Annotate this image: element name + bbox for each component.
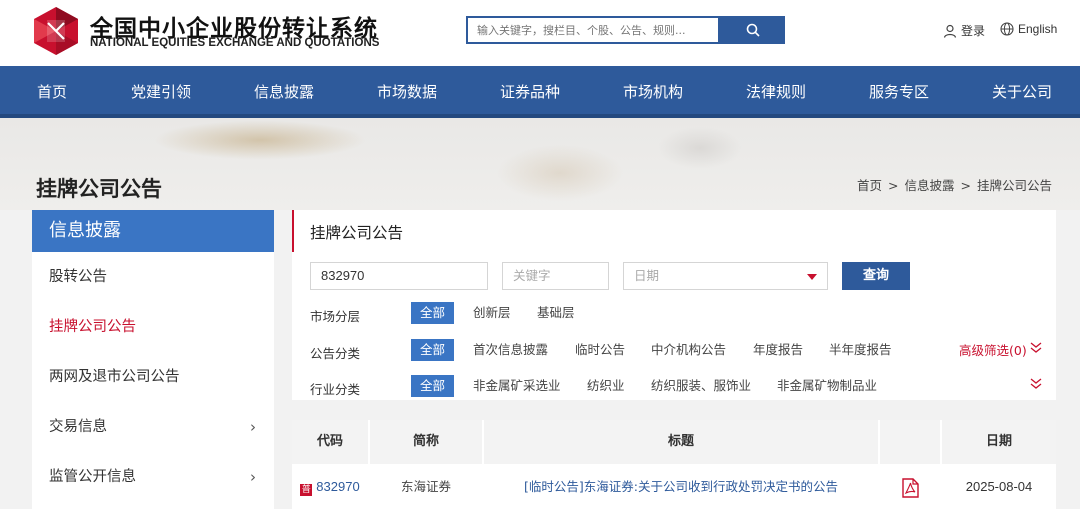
market-tier-option-all[interactable]: 全部 [411, 302, 455, 324]
breadcrumb-separator: > [960, 178, 971, 193]
double-chevron-down-icon[interactable] [1029, 341, 1043, 355]
announcement-type-option-intermediary[interactable]: 中介机构公告 [651, 339, 726, 361]
announcement-type-label: 公告分类 [310, 346, 361, 361]
nav-rules[interactable]: 法律规则 [746, 66, 806, 118]
sidebar-item-trading-info[interactable]: 交易信息 › [32, 402, 274, 452]
login-link[interactable]: 登录 [943, 22, 985, 39]
sidebar-item-label: 监管公开信息 [49, 469, 136, 485]
table-header-name: 简称 [370, 420, 482, 464]
main-nav: 首页 党建引领 信息披露 市场数据 证券品种 市场机构 法律规则 服务专区 关于… [0, 66, 1080, 118]
nav-disclosure[interactable]: 信息披露 [254, 66, 314, 118]
panel-heading: 挂牌公司公告 [292, 210, 1056, 252]
sidebar-item-label: 挂牌公司公告 [49, 319, 136, 335]
industry-option-nonmetal-products[interactable]: 非金属矿物制品业 [777, 375, 877, 397]
table-cell-file [880, 464, 940, 509]
industry-option-apparel[interactable]: 纺织服装、服饰业 [651, 375, 751, 397]
panel-heading-text: 挂牌公司公告 [310, 224, 404, 242]
announcement-type-option-all[interactable]: 全部 [411, 339, 455, 361]
double-chevron-down-icon[interactable] [1029, 377, 1043, 391]
nav-securities[interactable]: 证券品种 [500, 66, 560, 118]
table-header-code: 代码 [292, 420, 368, 464]
market-tier-option-innovation[interactable]: 创新层 [473, 302, 511, 324]
nav-institutions[interactable]: 市场机构 [623, 66, 683, 118]
industry-label: 行业分类 [310, 382, 361, 397]
tier-badge: 普 [300, 484, 313, 496]
pdf-icon[interactable] [901, 477, 919, 498]
code-input[interactable]: 832970 [310, 262, 488, 290]
breadcrumb-current: 挂牌公司公告 [976, 178, 1052, 193]
sidebar: 信息披露 股转公告 挂牌公司公告 两网及退市公司公告 交易信息 › 监管公开信息… [32, 210, 274, 509]
industry-option-all[interactable]: 全部 [411, 375, 455, 397]
sidebar-item-label: 两网及退市公司公告 [49, 369, 180, 385]
nav-home[interactable]: 首页 [37, 66, 67, 118]
advanced-filter-label: 高级筛选(0) [959, 343, 1027, 358]
table-header-file [880, 420, 940, 464]
nav-about[interactable]: 关于公司 [992, 66, 1052, 118]
table-header-title: 标题 [484, 420, 878, 464]
industry-option-nonmetal-mining[interactable]: 非金属矿采选业 [473, 375, 561, 397]
user-icon [943, 24, 957, 38]
sidebar-item-label: 交易信息 [49, 419, 107, 435]
announcement-type-option-interim[interactable]: 临时公告 [575, 339, 625, 361]
advanced-filter-toggle[interactable]: 高级筛选(0) [959, 340, 1027, 359]
site-search-button[interactable] [720, 16, 785, 44]
language-switch[interactable]: English [1000, 22, 1057, 36]
date-select[interactable]: 日期 [623, 262, 828, 290]
nav-services[interactable]: 服务专区 [869, 66, 929, 118]
market-tier-option-base[interactable]: 基础层 [537, 302, 575, 324]
table-cell-date: 2025-08-04 [965, 479, 1033, 494]
breadcrumb: 首页 > 信息披露 > 挂牌公司公告 [857, 175, 1052, 194]
site-name-en: NATIONAL EQUITIES EXCHANGE AND QUOTATION… [90, 37, 380, 49]
nav-party-building[interactable]: 党建引领 [131, 66, 191, 118]
site-header: 全国中小企业股份转让系统 NATIONAL EQUITIES EXCHANGE … [0, 0, 1080, 66]
breadcrumb-separator: > [888, 178, 899, 193]
filter-panel: 挂牌公司公告 832970 关键字 日期 查询 市场分层 全部 创新层 基础层 … [292, 210, 1056, 400]
breadcrumb-disclosure[interactable]: 信息披露 [904, 178, 954, 193]
sidebar-item-neeq-announcements[interactable]: 股转公告 [32, 252, 274, 302]
keyword-input[interactable]: 关键字 [502, 262, 609, 290]
site-search-box [466, 16, 720, 44]
market-tier-label: 市场分层 [310, 309, 361, 324]
date-placeholder: 日期 [634, 268, 660, 283]
breadcrumb-home[interactable]: 首页 [857, 178, 882, 193]
table-header-date: 日期 [942, 420, 1056, 464]
search-icon [746, 23, 760, 37]
announcement-table: 代码 简称 标题 日期 普 832970 东海证券 [临时公告]东海证券:关于公司… [292, 420, 1056, 509]
page-title: 挂牌公司公告 [36, 177, 162, 201]
sidebar-item-delisted-announcements[interactable]: 两网及退市公司公告 [32, 352, 274, 402]
caret-down-icon [807, 274, 817, 280]
sidebar-heading: 信息披露 [32, 210, 274, 252]
login-label: 登录 [961, 24, 986, 38]
announcement-type-option-annual[interactable]: 年度报告 [753, 339, 803, 361]
announcement-type-option-first-disclosure[interactable]: 首次信息披露 [473, 339, 548, 361]
chevron-right-icon: › [250, 468, 256, 486]
sidebar-item-label: 股转公告 [49, 269, 107, 285]
chevron-right-icon: › [250, 418, 256, 436]
page-banner [0, 118, 1080, 210]
query-button[interactable]: 查询 [842, 262, 910, 290]
nav-market-data[interactable]: 市场数据 [377, 66, 437, 118]
announcement-title-link[interactable]: [临时公告]东海证券:关于公司收到行政处罚决定书的公告 [484, 464, 878, 509]
announcement-type-option-semiannual[interactable]: 半年度报告 [829, 339, 892, 361]
neeq-logo-icon[interactable] [32, 6, 80, 56]
table-cell-code[interactable]: 普 832970 [292, 464, 368, 509]
table-cell-name: 东海证券 [400, 479, 451, 494]
globe-icon [1000, 22, 1014, 36]
sidebar-item-listed-company-announcements[interactable]: 挂牌公司公告 [32, 302, 274, 352]
site-search-input[interactable] [468, 18, 718, 42]
industry-option-textile[interactable]: 纺织业 [587, 375, 625, 397]
sidebar-item-regulatory-info[interactable]: 监管公开信息 › [32, 452, 274, 502]
language-label: English [1018, 22, 1058, 36]
stock-code-link[interactable]: 832970 [316, 479, 359, 494]
